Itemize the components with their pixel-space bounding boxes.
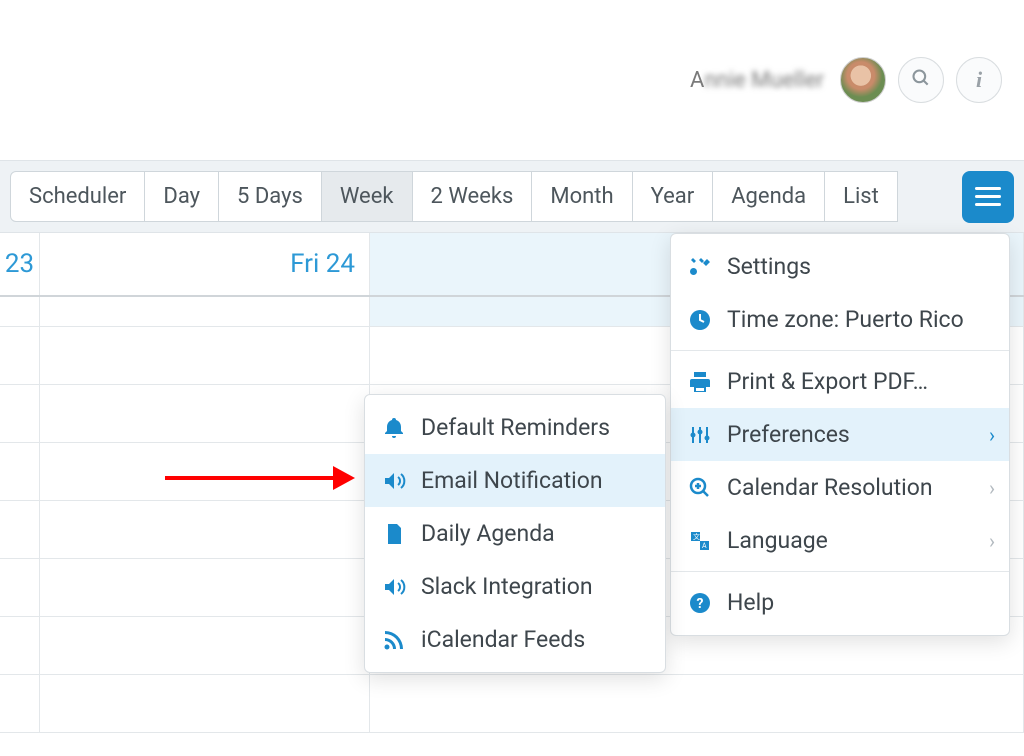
tab-week[interactable]: Week (321, 171, 413, 222)
tab-day[interactable]: Day (144, 171, 219, 222)
submenu-item-ical[interactable]: iCalendar Feeds (365, 613, 665, 666)
zoom-icon (687, 475, 713, 501)
submenu-item-email-notification[interactable]: Email Notification (365, 454, 665, 507)
svg-text:文: 文 (693, 532, 700, 541)
main-dropdown-menu: Settings Time zone: Puerto Rico Print & … (670, 233, 1010, 636)
menu-label: Language (727, 527, 828, 554)
menu-label: Time zone: Puerto Rico (727, 306, 964, 333)
menu-label: Default Reminders (421, 414, 610, 441)
day-header-partial-23[interactable]: 23 (0, 233, 40, 295)
chevron-right-icon: › (989, 529, 995, 553)
menu-label: Email Notification (421, 467, 603, 494)
tab-scheduler[interactable]: Scheduler (10, 171, 145, 222)
avatar[interactable] (840, 57, 886, 103)
menu-label: iCalendar Feeds (421, 626, 585, 653)
tab-list[interactable]: List (824, 171, 898, 222)
info-icon: i (976, 67, 982, 93)
tab-agenda[interactable]: Agenda (712, 171, 825, 222)
help-icon: ? (687, 590, 713, 616)
menu-item-resolution[interactable]: Calendar Resolution › (671, 461, 1009, 514)
preferences-submenu: Default Reminders Email Notification Dai… (364, 394, 666, 673)
user-name-prefix: A (690, 68, 704, 93)
clock-icon (687, 307, 713, 333)
menu-item-help[interactable]: ? Help (671, 576, 1009, 629)
top-header: Annie Mueller i (0, 0, 1024, 160)
submenu-item-reminders[interactable]: Default Reminders (365, 401, 665, 454)
view-toolbar: Scheduler Day 5 Days Week 2 Weeks Month … (0, 160, 1024, 233)
language-icon: 文A (687, 528, 713, 554)
info-button[interactable]: i (956, 57, 1002, 103)
menu-item-print[interactable]: Print & Export PDF… (671, 355, 1009, 408)
tab-5days[interactable]: 5 Days (218, 171, 322, 222)
menu-label: Print & Export PDF… (727, 368, 928, 395)
sound-icon (381, 468, 407, 494)
user-name-blurred: nnie Mueller (704, 68, 824, 93)
tab-2weeks[interactable]: 2 Weeks (412, 171, 533, 222)
tab-month[interactable]: Month (531, 171, 632, 222)
tab-year[interactable]: Year (632, 171, 714, 222)
sliders-icon (687, 422, 713, 448)
printer-icon (687, 369, 713, 395)
menu-item-preferences[interactable]: Preferences › (671, 408, 1009, 461)
search-button[interactable] (898, 57, 944, 103)
hamburger-menu-button[interactable] (962, 171, 1014, 223)
menu-label: Calendar Resolution (727, 474, 933, 501)
menu-label: Help (727, 589, 774, 616)
svg-text:A: A (702, 542, 707, 550)
menu-label: Slack Integration (421, 573, 593, 600)
day-header-fri-24[interactable]: Fri 24 (40, 233, 370, 295)
menu-label: Daily Agenda (421, 520, 555, 547)
submenu-item-slack[interactable]: Slack Integration (365, 560, 665, 613)
document-icon (381, 521, 407, 547)
search-icon (911, 68, 931, 92)
menu-label: Preferences (727, 421, 850, 448)
menu-item-settings[interactable]: Settings (671, 240, 1009, 293)
menu-separator (671, 571, 1009, 572)
menu-item-timezone[interactable]: Time zone: Puerto Rico (671, 293, 1009, 346)
rss-icon (381, 627, 407, 653)
menu-separator (671, 350, 1009, 351)
svg-text:?: ? (697, 596, 704, 612)
submenu-item-daily-agenda[interactable]: Daily Agenda (365, 507, 665, 560)
menu-label: Settings (727, 253, 811, 280)
settings-icon (687, 254, 713, 280)
bell-icon (381, 415, 407, 441)
chevron-right-icon: › (989, 423, 995, 447)
sound-icon (381, 574, 407, 600)
chevron-right-icon: › (989, 476, 995, 500)
menu-item-language[interactable]: 文A Language › (671, 514, 1009, 567)
